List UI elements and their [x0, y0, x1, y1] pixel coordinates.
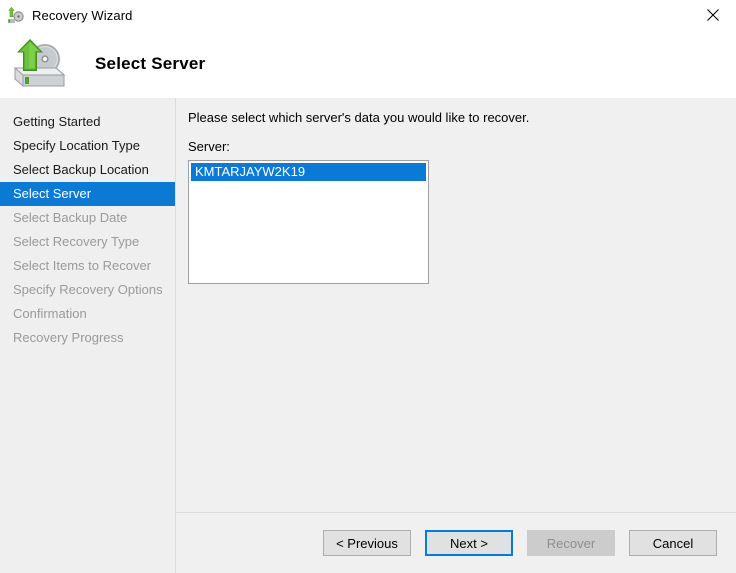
wizard-body: Getting Started Specify Location Type Se…	[0, 98, 736, 573]
server-field-label: Server:	[188, 139, 736, 154]
next-button[interactable]: Next >	[425, 530, 513, 556]
sidebar-item-getting-started[interactable]: Getting Started	[0, 110, 175, 134]
sidebar-item-select-recovery-type[interactable]: Select Recovery Type	[0, 230, 175, 254]
sidebar-item-specify-recovery-options[interactable]: Specify Recovery Options	[0, 278, 175, 302]
window-title: Recovery Wizard	[32, 9, 132, 22]
wizard-footer: < Previous Next > Recover Cancel	[176, 513, 736, 573]
sidebar-item-select-backup-location[interactable]: Select Backup Location	[0, 158, 175, 182]
close-button[interactable]	[690, 0, 736, 30]
wizard-header: Select Server	[0, 30, 736, 98]
wizard-steps-sidebar: Getting Started Specify Location Type Se…	[0, 98, 176, 573]
instruction-text: Please select which server's data you wo…	[188, 110, 736, 125]
recovery-disk-icon	[7, 6, 25, 24]
sidebar-item-recovery-progress[interactable]: Recovery Progress	[0, 326, 175, 350]
sidebar-item-select-server[interactable]: Select Server	[0, 182, 175, 206]
sidebar-item-specify-location-type[interactable]: Specify Location Type	[0, 134, 175, 158]
page-title: Select Server	[95, 54, 205, 74]
cancel-button[interactable]: Cancel	[629, 530, 717, 556]
wizard-content: Please select which server's data you wo…	[176, 98, 736, 573]
sidebar-item-select-backup-date[interactable]: Select Backup Date	[0, 206, 175, 230]
recover-button: Recover	[527, 530, 615, 556]
server-listbox[interactable]: KMTARJAYW2K19	[188, 160, 429, 284]
recovery-wizard-window: Recovery Wizard Select Server	[0, 0, 736, 573]
previous-button[interactable]: < Previous	[323, 530, 411, 556]
titlebar: Recovery Wizard	[0, 0, 736, 30]
content-main: Please select which server's data you wo…	[176, 98, 736, 512]
hard-drive-restore-icon	[12, 38, 70, 92]
sidebar-item-select-items-to-recover[interactable]: Select Items to Recover	[0, 254, 175, 278]
close-icon	[706, 8, 720, 22]
sidebar-item-confirmation[interactable]: Confirmation	[0, 302, 175, 326]
list-item[interactable]: KMTARJAYW2K19	[191, 163, 426, 181]
